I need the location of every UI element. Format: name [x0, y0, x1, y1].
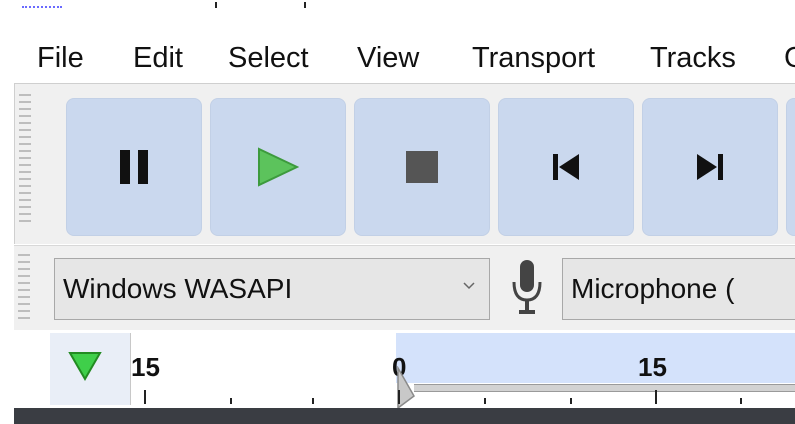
- device-toolbar-grip[interactable]: [18, 254, 30, 324]
- scrub-bar[interactable]: [414, 384, 795, 392]
- play-icon: [258, 147, 299, 187]
- skip-to-start-icon: [553, 154, 579, 180]
- record-button-fragment[interactable]: [786, 98, 795, 236]
- timeline-ruler[interactable]: 15 0 15: [14, 330, 795, 410]
- window-title-fragment: [0, 0, 795, 20]
- menu-overflow-fragment: G: [784, 40, 795, 76]
- menu-view[interactable]: View: [357, 40, 419, 76]
- title-dots-decoration: [22, 6, 62, 11]
- skip-to-end-button[interactable]: [642, 98, 778, 236]
- pause-button[interactable]: [66, 98, 202, 236]
- device-toolbar: Windows WASAPI Microphone (: [14, 245, 795, 330]
- chevron-down-icon: [463, 282, 475, 290]
- play-button[interactable]: [210, 98, 346, 236]
- menu-file[interactable]: File: [37, 40, 84, 76]
- menu-bar: File Edit Select View Transport Tracks G: [0, 36, 795, 80]
- menu-edit[interactable]: Edit: [133, 40, 183, 76]
- microphone-icon: [512, 260, 542, 314]
- skip-to-end-icon: [697, 154, 723, 180]
- stop-icon: [406, 151, 438, 183]
- audio-host-select[interactable]: Windows WASAPI: [54, 258, 490, 320]
- pause-icon: [120, 150, 148, 184]
- track-area-edge: [14, 408, 795, 424]
- timeline-selection[interactable]: [396, 333, 795, 383]
- green-triangle-icon[interactable]: [68, 351, 102, 381]
- audio-host-value: Windows WASAPI: [63, 273, 293, 304]
- recording-device-value: Microphone (: [571, 273, 735, 304]
- ruler-label-neg15: 15: [131, 352, 160, 382]
- menu-select[interactable]: Select: [228, 40, 309, 76]
- transport-toolbar: [14, 83, 795, 244]
- recording-device-select[interactable]: Microphone (: [562, 258, 795, 320]
- menu-tracks[interactable]: Tracks: [650, 40, 736, 76]
- skip-to-start-button[interactable]: [498, 98, 634, 236]
- ruler-label-15: 15: [638, 352, 667, 382]
- toolbar-grip[interactable]: [19, 94, 31, 227]
- menu-transport[interactable]: Transport: [472, 40, 595, 76]
- stop-button[interactable]: [354, 98, 490, 236]
- timeline-left-panel: [50, 333, 131, 405]
